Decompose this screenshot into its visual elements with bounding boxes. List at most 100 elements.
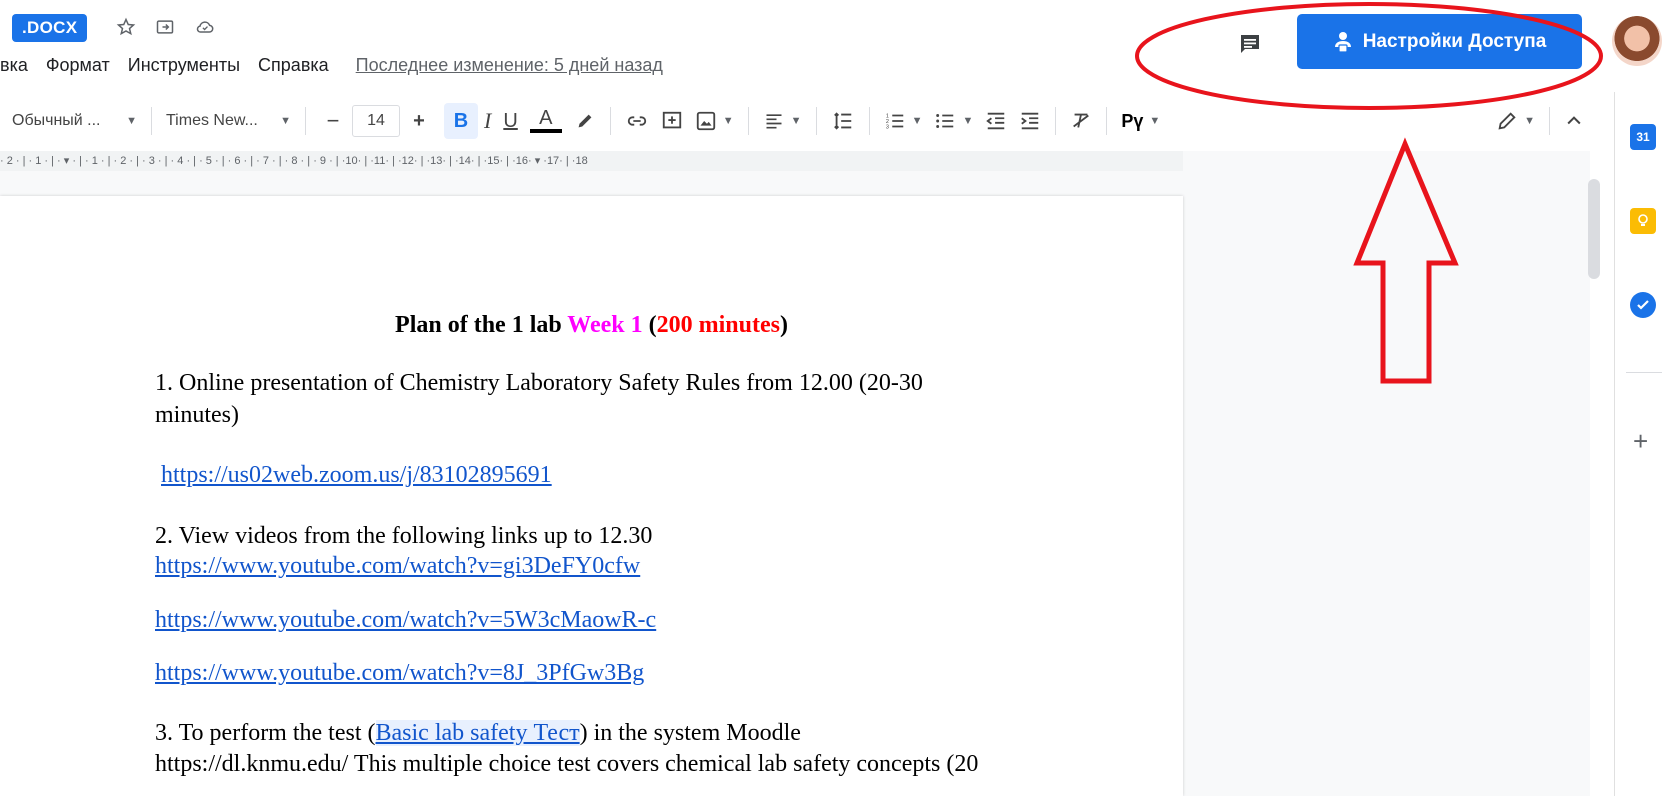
move-folder-icon[interactable] [152,14,178,40]
docx-badge: .DOCX [12,14,88,42]
menu-item-format[interactable]: Формат [37,55,119,76]
title-part: ) [779,312,788,338]
cloud-status-icon[interactable] [192,14,218,40]
increase-indent-button[interactable] [1013,103,1047,139]
item3-suffix: ) in the system Moodle [579,720,801,746]
menu-item-help[interactable]: Справка [249,55,338,76]
calendar-icon[interactable]: 31 [1630,124,1656,150]
increase-indent-icon [1021,112,1039,130]
title-week: Week 1 [567,312,643,338]
text-color-button[interactable]: A [524,103,568,139]
star-icon[interactable] [113,14,139,40]
chevron-down-icon: ▼ [722,115,734,127]
font-family-select[interactable]: Times New... ▼ [160,103,297,139]
clear-formatting-button[interactable] [1064,103,1098,139]
toolbar-divider [1549,107,1550,135]
youtube-link-2[interactable]: https://www.youtube.com/watch?v=5W3cMaow… [155,607,656,633]
moodle-test-link[interactable]: Basic lab safety Тест [375,720,580,746]
paragraph-style-select[interactable]: Обычный ... ▼ [0,103,143,139]
tasks-icon[interactable] [1630,292,1656,318]
line-spacing-button[interactable] [825,103,861,139]
document-page[interactable]: Plan of the 1 lab Week 1 (200 minutes) 1… [0,196,1183,796]
item1-line2: minutes) [155,402,239,428]
font-family-value: Times New... [166,112,258,129]
image-icon [696,111,715,131]
svg-text:3: 3 [885,124,888,130]
highlighter-icon [578,114,592,128]
toolbar-divider [1055,107,1057,135]
bulb-glyph [1638,214,1648,226]
horizontal-ruler[interactable]: · 2 · | · 1 · | · ▾ · | · 1 · | · 2 · | … [0,151,1183,171]
title-part: ( [642,312,657,338]
item3-prefix: 3. To perform the test ( [155,720,376,746]
person-lock-icon [1334,31,1351,53]
side-panel-divider [1626,372,1662,373]
align-left-icon [766,114,782,129]
pencil-icon [1498,112,1516,130]
insert-link-button[interactable] [619,103,655,139]
keep-icon[interactable] [1630,208,1656,234]
item3-text: 3. To perform the test (Basic lab safety… [155,720,801,747]
bulleted-list-icon [936,114,954,128]
zoom-link[interactable]: https://us02web.zoom.us/j/83102895691 [161,462,552,488]
title-part: Plan of the 1 lab [395,312,568,338]
menu-bar: вка Формат Инструменты Справка Последнее… [0,50,663,80]
check-glyph [1637,300,1649,310]
avatar[interactable] [1612,16,1662,66]
youtube-link-1[interactable]: https://www.youtube.com/watch?v=gi3DeFY0… [155,553,640,579]
toolbar-divider [747,107,749,135]
collapse-menus-button[interactable] [1558,103,1590,139]
decrease-indent-icon [986,112,1005,130]
decrease-indent-button[interactable] [979,103,1013,139]
paragraph-style-value: Обычный ... [12,112,101,129]
chevron-down-icon: ▼ [1149,115,1161,127]
chevron-down-icon: ▼ [911,115,923,127]
item2-text: 2. View videos from the following links … [155,523,653,549]
align-button[interactable]: ▼ [757,103,808,139]
increase-font-size-button[interactable]: + [400,103,438,139]
toolbar-divider [305,107,306,135]
zoom-link-para: https://us02web.zoom.us/j/83102895691 [161,462,552,489]
numbered-list-button[interactable]: 123 ▼ [878,103,929,139]
item3-cut-line: https://dl.knmu.edu/ This multiple choic… [155,751,979,777]
clear-formatting-icon [1073,113,1090,128]
font-size-input[interactable]: 14 [352,105,400,137]
formatting-toolbar: Обычный ... ▼ Times New... ▼ − 14 + B I U … [0,96,1590,146]
numbered-list-icon: 123 [885,113,903,130]
youtube-link-3[interactable]: https://www.youtube.com/watch?v=8J_3PfGw… [155,660,644,686]
vertical-scrollbar[interactable] [1588,179,1600,279]
item1-line1: 1. Online presentation of Chemistry Labo… [155,370,923,396]
ruler-marks: · 2 · | · 1 · | · ▾ · | · 1 · | · 2 · | … [0,155,588,167]
spellcheck-button[interactable]: Pү ▼ [1115,103,1166,139]
youtube-link-para: https://www.youtube.com/watch?v=gi3DeFY0… [155,553,640,580]
comment-icon [1241,35,1259,53]
share-button[interactable]: Настройки Доступа [1297,14,1582,69]
toolbar-divider [815,107,817,135]
insert-image-button[interactable]: ▼ [689,103,740,139]
bold-button[interactable]: B [444,103,478,139]
editing-mode-button[interactable]: ▼ [1490,103,1541,139]
italic-button[interactable]: I [478,103,497,139]
bulleted-list-button[interactable]: ▼ [928,103,979,139]
text-color-swatch [529,129,562,133]
last-edit-link[interactable]: Последнее изменение: 5 дней назад [356,55,663,76]
link-icon [627,116,646,126]
youtube-link-para: https://www.youtube.com/watch?v=5W3cMaow… [155,607,656,634]
toolbar-divider [151,107,152,135]
document-title: Plan of the 1 lab Week 1 (200 minutes) [0,312,1183,339]
youtube-link-para: https://www.youtube.com/watch?v=8J_3PfGw… [155,660,644,687]
underline-button[interactable]: U [497,103,523,139]
line-spacing-icon [833,112,851,130]
text-color-glyph: A [539,107,553,129]
insert-comment-button[interactable] [655,103,689,139]
chevron-down-icon: ▼ [790,115,802,127]
menu-item-insert[interactable]: вка [0,55,37,76]
title-minutes: 200 minutes [656,312,780,338]
comments-button[interactable] [1230,24,1270,64]
menu-item-tools[interactable]: Инструменты [119,55,249,76]
ruler-background [1183,151,1590,171]
highlight-color-button[interactable] [568,103,602,139]
add-addon-button[interactable]: + [1633,426,1648,457]
toolbar-divider [1106,107,1108,135]
decrease-font-size-button[interactable]: − [314,103,352,139]
